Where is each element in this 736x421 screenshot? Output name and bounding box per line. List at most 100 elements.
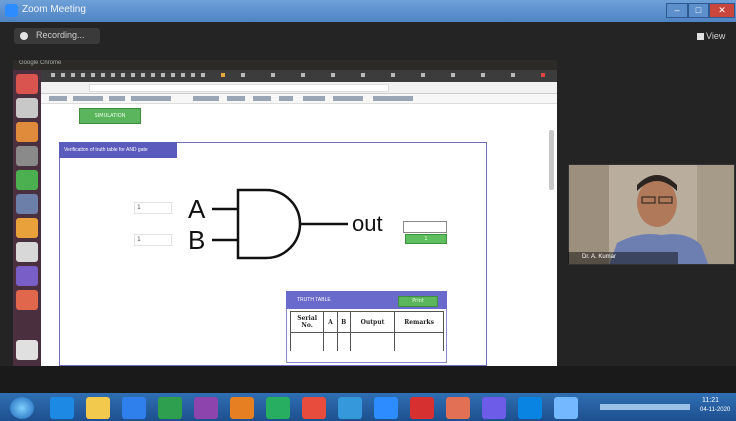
table-cell — [323, 332, 338, 351]
zoom-app-icon — [5, 4, 18, 17]
tab-favicon[interactable] — [141, 73, 145, 77]
bookmark-item[interactable] — [109, 96, 125, 101]
tab-favicon[interactable] — [61, 73, 65, 77]
tab-favicon[interactable] — [271, 73, 275, 77]
tab-favicon[interactable] — [51, 73, 55, 77]
bookmark-item[interactable] — [131, 96, 171, 101]
clock-date[interactable]: 04-11-2020 — [700, 407, 730, 413]
excel-icon[interactable] — [158, 397, 182, 419]
ubuntu-window-title: Google Chrome — [19, 60, 62, 66]
tab-favicon[interactable] — [451, 73, 455, 77]
impress-icon[interactable] — [16, 290, 38, 310]
zoom-titlebar — [0, 0, 736, 22]
tab-favicon[interactable] — [101, 73, 105, 77]
bookmark-item[interactable] — [227, 96, 245, 101]
participant-image — [569, 165, 734, 264]
file-explorer-icon[interactable] — [86, 397, 110, 419]
participant-video[interactable] — [568, 164, 735, 265]
system-tray[interactable] — [600, 404, 690, 410]
tab-favicon[interactable] — [541, 73, 545, 77]
app-icon[interactable] — [554, 397, 578, 419]
tab-favicon[interactable] — [241, 73, 245, 77]
tab-favicon[interactable] — [221, 73, 225, 77]
zoom-taskbar-icon[interactable] — [374, 397, 398, 419]
trash-icon[interactable] — [16, 340, 38, 360]
zoom-bottom-bar — [0, 366, 736, 393]
bookmark-item[interactable] — [303, 96, 325, 101]
tab-favicon[interactable] — [391, 73, 395, 77]
bookmark-item[interactable] — [279, 96, 293, 101]
print-button[interactable]: Print — [398, 296, 438, 307]
app-icon[interactable] — [518, 397, 542, 419]
clock-time[interactable]: 11:21 — [702, 397, 719, 404]
column-header: A — [323, 311, 338, 333]
tab-strip — [41, 70, 557, 82]
tab-favicon[interactable] — [81, 73, 85, 77]
dash-icon[interactable] — [16, 74, 38, 94]
firefox-icon[interactable] — [16, 122, 38, 142]
writer-icon[interactable] — [16, 242, 38, 262]
input-b-field[interactable]: 1 — [134, 234, 172, 246]
tab-favicon[interactable] — [421, 73, 425, 77]
outlook-icon[interactable] — [122, 397, 146, 419]
table-cell — [349, 332, 396, 351]
software-icon[interactable] — [16, 218, 38, 238]
truth-table-title: TRUTH TABLE — [297, 297, 331, 303]
app-icon[interactable] — [302, 397, 326, 419]
page-scrollbar[interactable] — [549, 130, 554, 190]
bookmark-item[interactable] — [253, 96, 271, 101]
maximize-button[interactable]: □ — [688, 3, 709, 18]
acrobat-icon[interactable] — [410, 397, 434, 419]
tab-favicon[interactable] — [131, 73, 135, 77]
table-cell — [336, 332, 351, 351]
simulation-button[interactable]: SIMULATION — [79, 108, 141, 124]
tab-favicon[interactable] — [161, 73, 165, 77]
tab-favicon[interactable] — [91, 73, 95, 77]
app-icon[interactable] — [338, 397, 362, 419]
powerpoint-icon[interactable] — [446, 397, 470, 419]
internet-explorer-icon[interactable] — [50, 397, 74, 419]
table-cell — [394, 332, 444, 351]
truth-table: Serial No. A B Output Remarks — [289, 311, 444, 351]
bookmark-item[interactable] — [333, 96, 363, 101]
chrome-icon[interactable] — [16, 170, 38, 190]
tab-favicon[interactable] — [511, 73, 515, 77]
chrome-taskbar-icon[interactable] — [266, 397, 290, 419]
close-button[interactable]: ✕ — [709, 3, 735, 18]
tab-favicon[interactable] — [301, 73, 305, 77]
tab-favicon[interactable] — [191, 73, 195, 77]
recording-label: Recording... — [36, 30, 85, 40]
window-title: Zoom Meeting — [22, 4, 86, 15]
bookmark-item[interactable] — [373, 96, 413, 101]
tab-favicon[interactable] — [331, 73, 335, 77]
ubuntu-launcher — [13, 70, 41, 366]
onenote-icon[interactable] — [194, 397, 218, 419]
media-player-icon[interactable] — [230, 397, 254, 419]
tab-favicon[interactable] — [361, 73, 365, 77]
bookmark-item[interactable] — [49, 96, 67, 101]
settings-icon[interactable] — [16, 146, 38, 166]
input-a-field[interactable]: 1 — [134, 202, 172, 214]
bookmark-item[interactable] — [73, 96, 103, 101]
bookmark-item[interactable] — [193, 96, 219, 101]
view-button[interactable]: View — [706, 31, 725, 41]
tab-favicon[interactable] — [201, 73, 205, 77]
app-icon[interactable] — [482, 397, 506, 419]
files-icon[interactable] — [16, 98, 38, 118]
tab-favicon[interactable] — [171, 73, 175, 77]
tab-favicon[interactable] — [481, 73, 485, 77]
terminal-icon[interactable] — [16, 194, 38, 214]
tab-favicon[interactable] — [181, 73, 185, 77]
tab-favicon[interactable] — [121, 73, 125, 77]
tab-favicon[interactable] — [111, 73, 115, 77]
start-button-icon[interactable] — [10, 397, 34, 419]
participant-name: Dr. A. Kumar — [582, 254, 617, 260]
tab-favicon[interactable] — [71, 73, 75, 77]
url-input[interactable] — [89, 84, 389, 92]
calc-icon[interactable] — [16, 266, 38, 286]
view-icon — [697, 33, 704, 40]
tab-favicon[interactable] — [151, 73, 155, 77]
minimize-button[interactable]: – — [666, 3, 688, 18]
and-gate-body — [236, 188, 302, 260]
output-label: out — [352, 211, 383, 236]
